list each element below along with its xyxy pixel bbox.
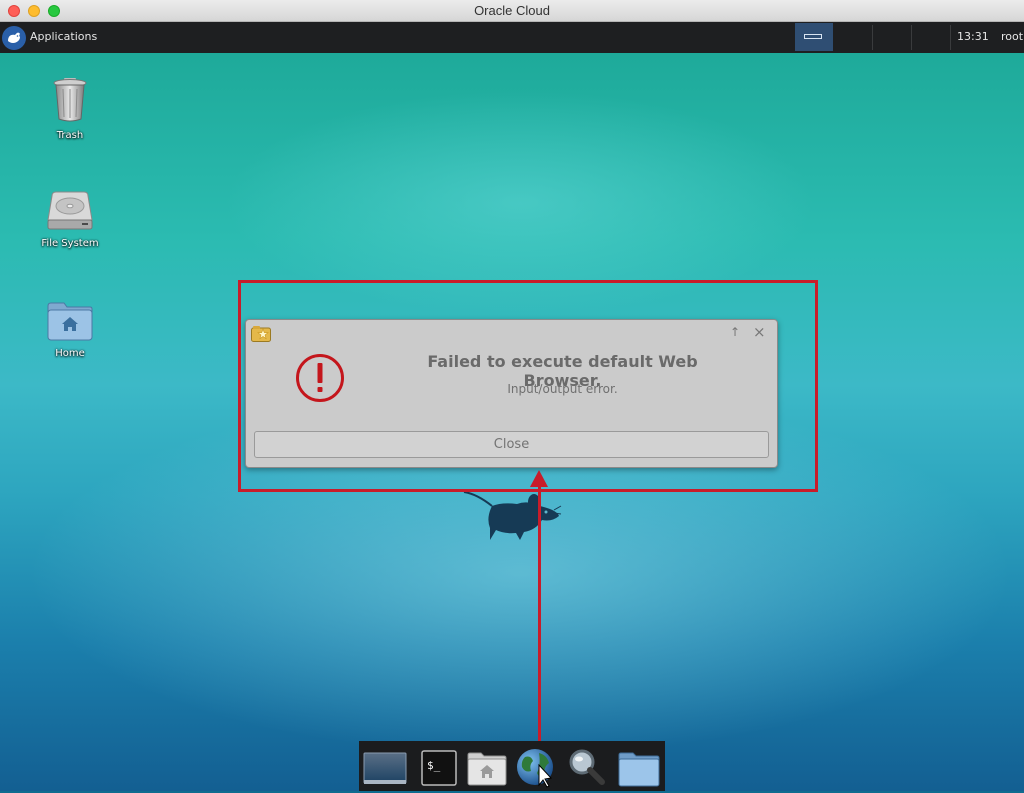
desktop-icon-file-system[interactable]: File System — [30, 190, 110, 249]
panel-user[interactable]: root — [1001, 30, 1023, 43]
dock-search[interactable] — [563, 745, 611, 789]
dock-terminal[interactable]: $_ — [413, 745, 461, 789]
home-folder-icon — [467, 752, 507, 786]
workspace-switcher-button[interactable] — [795, 23, 833, 51]
xfce-mouse-wallpaper-icon — [463, 491, 562, 540]
desktop-icon-trash[interactable]: Trash — [30, 76, 110, 141]
trash-icon — [53, 78, 87, 122]
workspace-indicator-icon — [804, 34, 822, 39]
search-icon — [569, 749, 605, 785]
home-folder-icon — [47, 302, 93, 341]
dock-web-browser[interactable] — [513, 745, 561, 789]
desktop-icon-label: Home — [55, 348, 85, 359]
terminal-icon: $_ — [421, 750, 457, 786]
dock-show-desktop[interactable] — [361, 745, 409, 789]
xfce-logo-icon[interactable] — [2, 26, 26, 50]
svg-text:$_: $_ — [427, 759, 441, 772]
hard-drive-icon — [47, 191, 93, 230]
panel-clock[interactable]: 13:31 — [957, 30, 989, 43]
web-browser-icon — [517, 749, 553, 788]
desktop-icon-label: File System — [41, 238, 99, 249]
show-desktop-icon — [363, 752, 407, 784]
desktop-icon-label: Trash — [56, 130, 84, 141]
annotation-arrow-head — [530, 470, 548, 487]
window-title: Oracle Cloud — [474, 3, 550, 18]
top-panel: Applications 13:31 root — [0, 22, 1024, 53]
dock-home-folder[interactable] — [463, 745, 511, 789]
panel-separator — [872, 25, 873, 50]
dock-folder[interactable] — [615, 745, 663, 789]
panel-separator — [911, 25, 912, 50]
panel-separator — [950, 25, 951, 50]
bottom-dock: $_ — [359, 741, 665, 791]
folder-icon — [618, 752, 660, 787]
annotation-highlight-box — [238, 280, 818, 492]
desktop-icon-home[interactable]: Home — [30, 300, 110, 359]
window-titlebar: Oracle Cloud — [0, 0, 1024, 22]
annotation-arrow-line — [538, 482, 541, 754]
applications-menu-button[interactable]: Applications — [30, 30, 97, 43]
